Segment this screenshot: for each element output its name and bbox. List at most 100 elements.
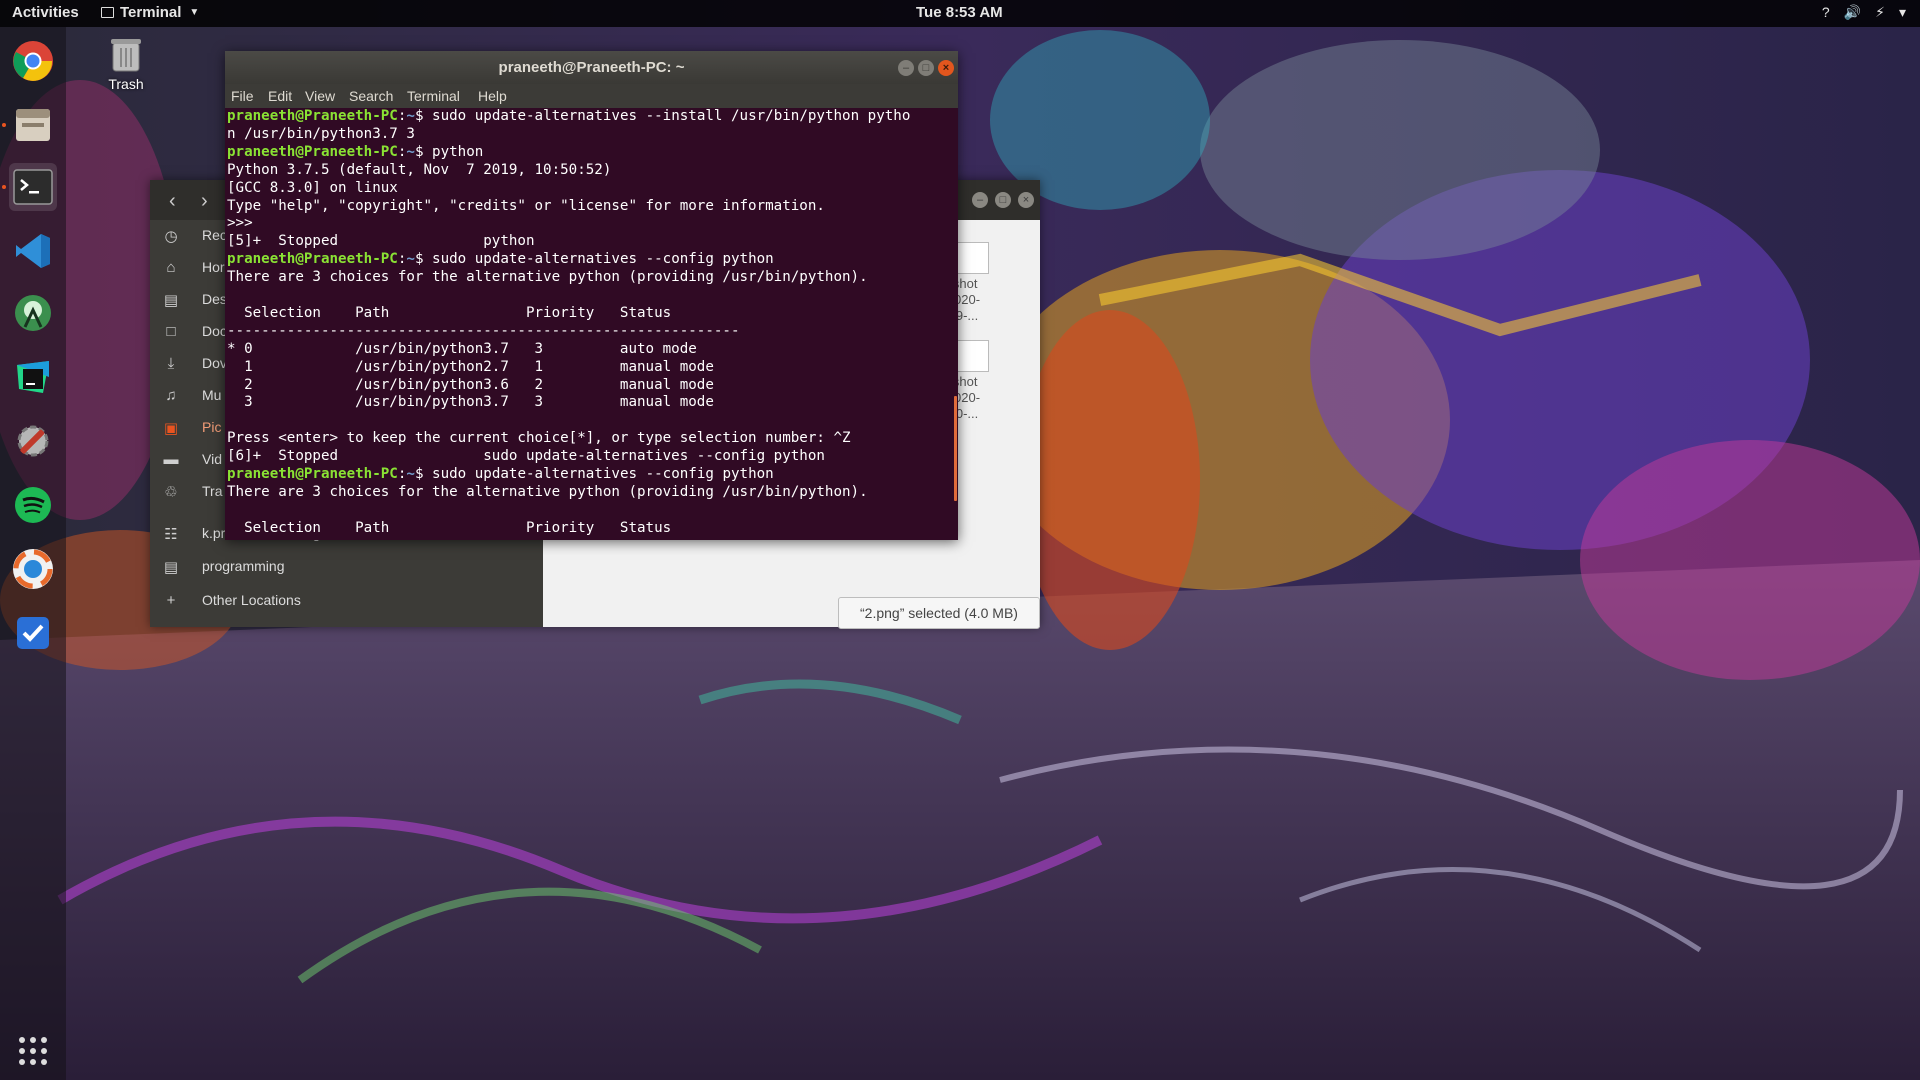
- documents-icon: □: [166, 323, 176, 340]
- terminal-line: Type "help", "copyright", "credits" or "…: [227, 197, 825, 214]
- prompt-user-host: praneeth@Praneeth-PC: [227, 466, 398, 483]
- terminal-line: praneeth@Praneeth-PC:~$ sudo update-alte…: [227, 251, 956, 269]
- terminal-titlebar[interactable]: praneeth@Praneeth-PC: ~ – □ ×: [225, 51, 958, 84]
- terminal-line: praneeth@Praneeth-PC:~$ sudo update-alte…: [227, 466, 956, 484]
- running-indicator: [2, 185, 6, 189]
- downloads-icon: ⤓: [167, 355, 175, 372]
- trash-icon: ♲: [164, 484, 178, 501]
- command-text: sudo update-alternatives --config python: [432, 251, 774, 268]
- terminal-line: praneeth@Praneeth-PC:~$ sudo update-alte…: [227, 108, 956, 126]
- desktop-trash[interactable]: Trash: [100, 35, 152, 92]
- menu-edit[interactable]: Edit: [268, 88, 292, 104]
- scrollbar[interactable]: [954, 396, 957, 501]
- videos-icon: ▬: [163, 451, 179, 468]
- sidebar-item-label: Tra: [202, 483, 223, 499]
- shotwell-icon[interactable]: [9, 545, 57, 593]
- terminal-line: n /usr/bin/python3.7 3: [227, 125, 415, 142]
- window-title: praneeth@Praneeth-PC: ~: [498, 59, 685, 76]
- menu-view[interactable]: View: [305, 88, 335, 104]
- chevron-down-icon: ▼: [189, 7, 200, 18]
- menu-file[interactable]: File: [231, 88, 254, 104]
- app-menu-label: Terminal: [120, 4, 182, 21]
- trash-icon: [111, 39, 141, 72]
- pycharm-icon[interactable]: [9, 353, 57, 401]
- terminal-line: [5]+ Stopped python: [227, 233, 535, 250]
- menu-search[interactable]: Search: [349, 88, 393, 104]
- minimize-button[interactable]: –: [898, 60, 914, 76]
- command-text: sudo update-alternatives --install /usr/…: [432, 108, 911, 124]
- tasks-icon[interactable]: [9, 609, 57, 657]
- app-menu[interactable]: Terminal ▼: [101, 4, 199, 21]
- back-arrow-icon[interactable]: ‹: [169, 190, 176, 213]
- terminal-line: praneeth@Praneeth-PC:~$ python: [227, 144, 956, 162]
- menu-help[interactable]: Help: [478, 88, 507, 104]
- battery-icon[interactable]: ⚡: [1875, 4, 1885, 21]
- volume-icon[interactable]: 🔊: [1844, 4, 1861, 21]
- terminal-line: Selection Path Priority Status: [227, 304, 672, 321]
- desktop-folder-icon: ▤: [163, 292, 179, 309]
- prompt-path: :~$: [397, 108, 433, 124]
- dock: [0, 27, 66, 1080]
- other-locations-icon: +: [166, 592, 176, 609]
- android-studio-icon[interactable]: [9, 289, 57, 337]
- sidebar-item-label: Dov: [202, 355, 227, 371]
- maximize-button[interactable]: □: [918, 60, 934, 76]
- sidebar-item-label: programming: [202, 558, 285, 574]
- running-indicator: [2, 123, 6, 127]
- sidebar-item-label: Vid: [202, 451, 222, 467]
- menu-terminal[interactable]: Terminal: [407, 88, 460, 104]
- settings-tool-icon[interactable]: [9, 417, 57, 465]
- prompt-path: :~$: [397, 251, 433, 268]
- forward-arrow-icon[interactable]: ›: [201, 190, 208, 213]
- sidebar-item-label: Des: [202, 291, 227, 307]
- terminal-line: [6]+ Stopped sudo update-alternatives --…: [227, 448, 825, 465]
- terminal-output[interactable]: praneeth@Praneeth-PC:~$ sudo update-alte…: [225, 108, 958, 540]
- terminal-line: >>>: [227, 215, 253, 232]
- terminal-line: Python 3.7.5 (default, Nov 7 2019, 10:50…: [227, 161, 612, 178]
- files-icon[interactable]: [9, 101, 57, 149]
- maximize-button[interactable]: □: [995, 192, 1011, 208]
- sidebar-item-label: Hor: [202, 259, 225, 275]
- terminal-line: Selection Path Priority Status: [227, 519, 672, 536]
- music-icon: ♫: [165, 387, 177, 404]
- terminal-line: 3 /usr/bin/python3.7 3 manual mode: [227, 394, 714, 411]
- close-button[interactable]: ×: [938, 60, 954, 76]
- spotify-icon[interactable]: [9, 481, 57, 529]
- show-applications-icon[interactable]: [9, 1027, 57, 1075]
- prompt-user-host: praneeth@Praneeth-PC: [227, 143, 398, 160]
- sidebar-item-label: Pic: [202, 419, 222, 435]
- terminal-line: 2 /usr/bin/python3.6 2 manual mode: [227, 376, 714, 393]
- terminal-line: [GCC 8.3.0] on linux: [227, 179, 398, 196]
- home-icon: ⌂: [166, 259, 176, 276]
- chrome-icon[interactable]: [9, 37, 57, 85]
- trash-label: Trash: [108, 76, 144, 92]
- sidebar-item-label: Mu: [202, 387, 222, 403]
- minimize-button[interactable]: –: [972, 192, 988, 208]
- activities-button[interactable]: Activities: [12, 4, 79, 21]
- sidebar-item[interactable]: ▤ programming: [150, 551, 543, 583]
- command-text: python: [432, 143, 484, 160]
- terminal-line: ----------------------------------------…: [227, 322, 740, 339]
- prompt-path: :~$: [397, 466, 433, 483]
- sidebar-item[interactable]: + Other Locations: [150, 585, 543, 617]
- sidebar-item-label: Doc: [202, 323, 227, 339]
- prompt-user-host: praneeth@Praneeth-PC: [227, 251, 398, 268]
- vscode-icon[interactable]: [9, 227, 57, 275]
- terminal-text: praneeth@Praneeth-PC:~$ sudo update-alte…: [225, 108, 958, 538]
- terminal-icon[interactable]: [9, 163, 57, 211]
- terminal-window[interactable]: praneeth@Praneeth-PC: ~ – □ × File Edit …: [225, 51, 958, 540]
- folder-icon: ▤: [163, 559, 179, 576]
- terminal-menubar: File Edit View Search Terminal Help: [225, 84, 958, 108]
- recent-icon: ◷: [164, 228, 178, 245]
- help-icon[interactable]: ?: [1822, 4, 1830, 21]
- close-button[interactable]: ×: [1018, 192, 1034, 208]
- system-tray[interactable]: ? 🔊 ⚡ ▾: [1822, 4, 1906, 21]
- clock[interactable]: Tue 8:53 AM: [916, 4, 1003, 21]
- prompt-user-host: praneeth@Praneeth-PC: [227, 108, 398, 124]
- sidebar-item-label: Other Locations: [202, 592, 301, 608]
- terminal-line: There are 3 choices for the alternative …: [227, 269, 868, 286]
- system-menu-chevron-icon[interactable]: ▾: [1899, 4, 1906, 21]
